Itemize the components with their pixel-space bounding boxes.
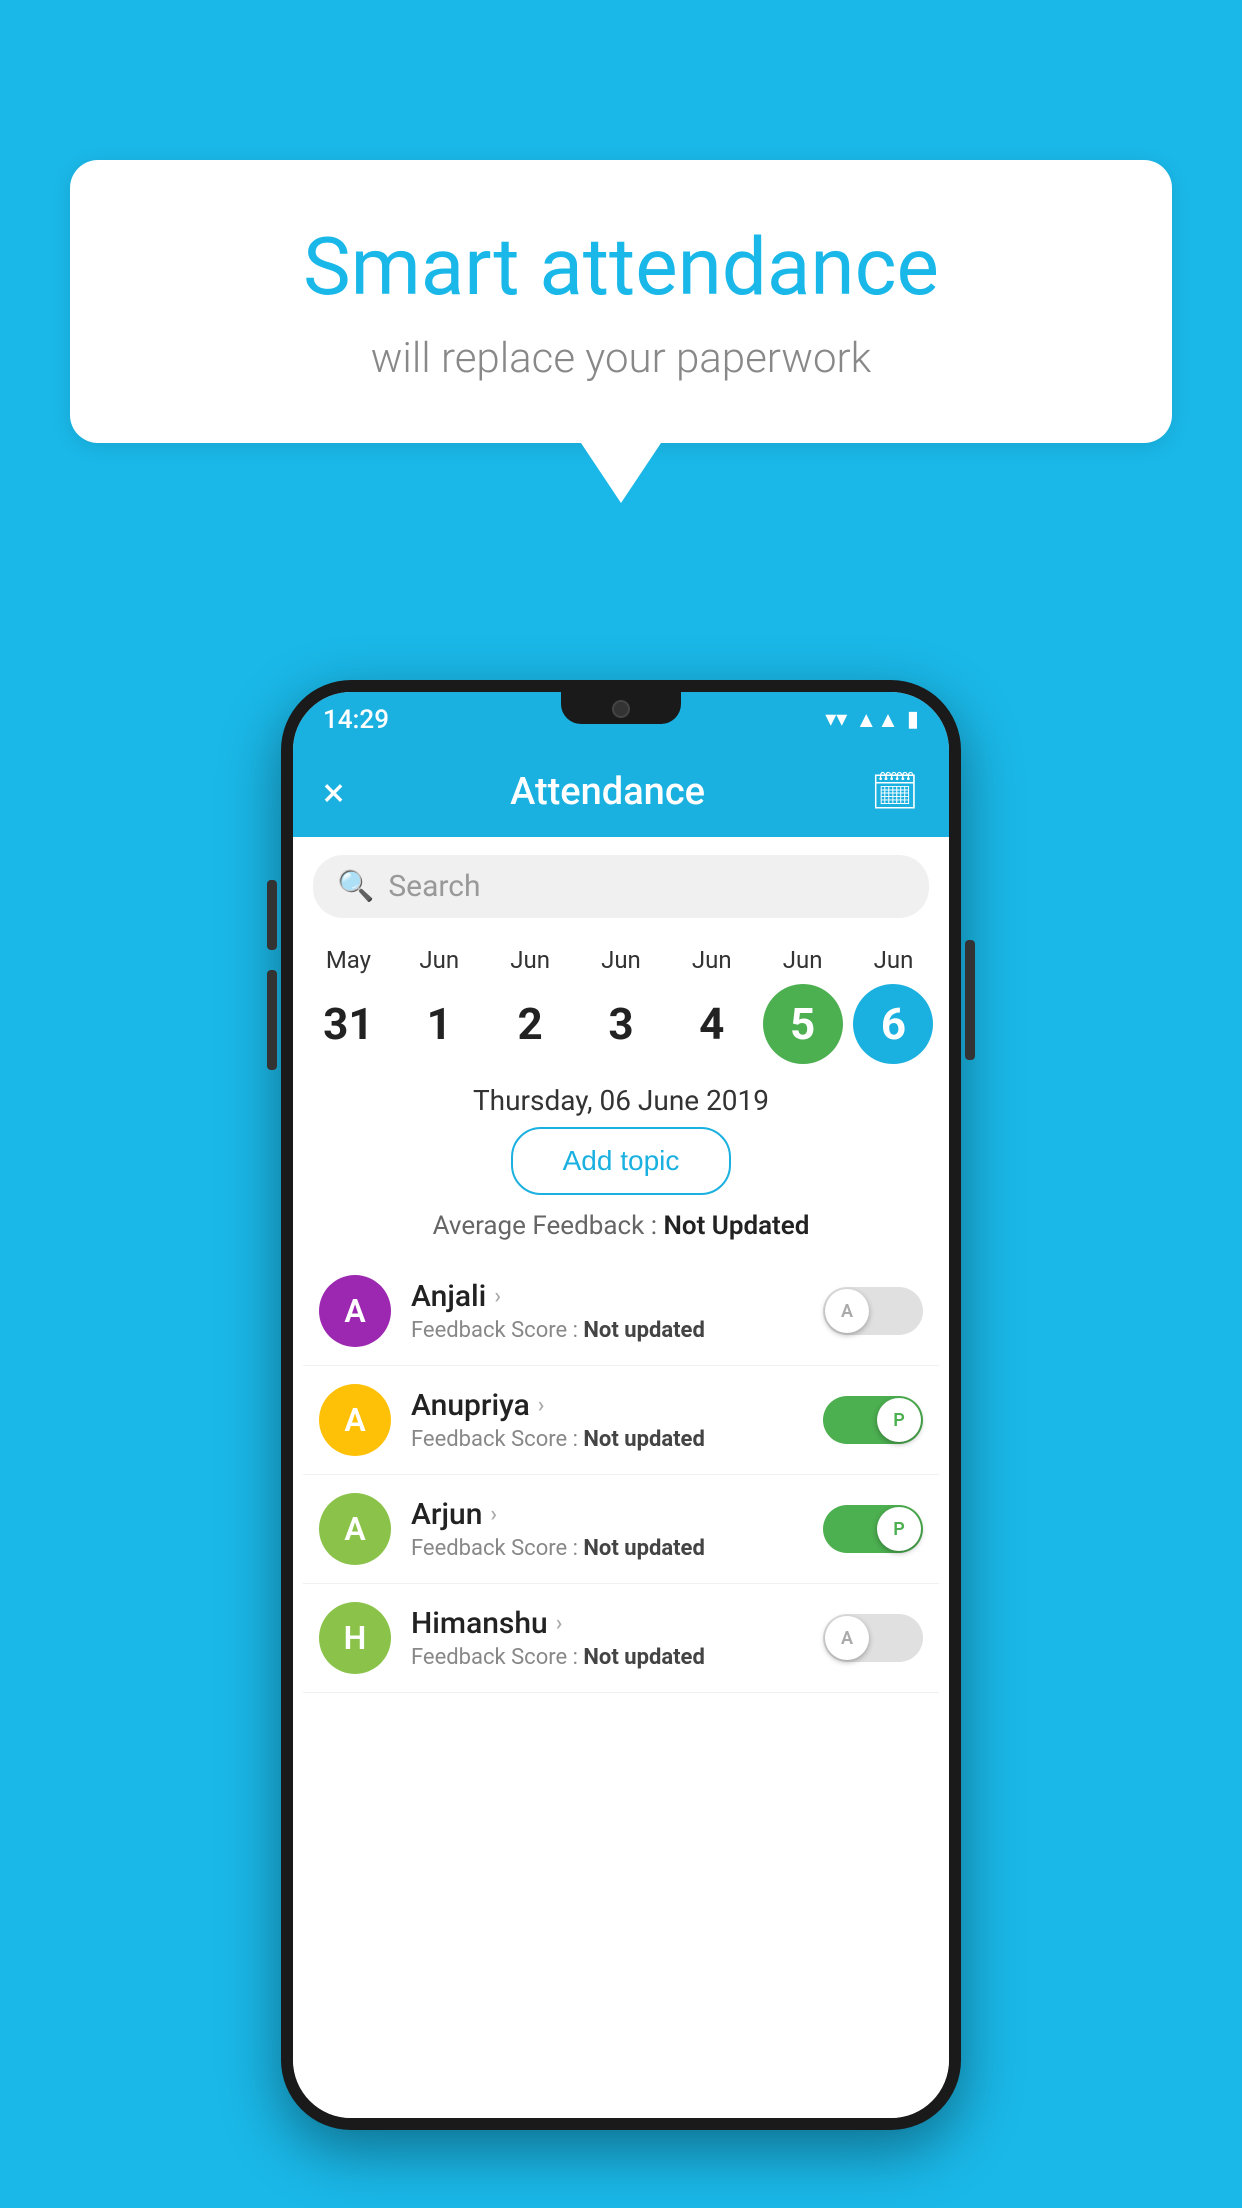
student-item-0[interactable]: A Anjali › Feedback Score : Not updated A [303, 1257, 939, 1366]
toggle-1[interactable]: P [823, 1396, 923, 1444]
student-avatar-0: A [319, 1275, 391, 1347]
student-avatar-3: H [319, 1602, 391, 1674]
app-bar-title: Attendance [510, 770, 705, 814]
student-avatar-2: A [319, 1493, 391, 1565]
student-avatar-1: A [319, 1384, 391, 1456]
toggle-2[interactable]: P [823, 1505, 923, 1553]
avg-feedback-value: Not Updated [663, 1211, 809, 1241]
date-month-2: Jun [510, 946, 550, 974]
student-feedback-0: Feedback Score : Not updated [411, 1318, 803, 1343]
student-item-1[interactable]: A Anupriya › Feedback Score : Not updated P [303, 1366, 939, 1475]
phone-frame: 14:29 ▾▾ ▲▲ ▮ × Attendance 🗓 🔍 Search [281, 680, 961, 2130]
battery-icon: ▮ [907, 707, 919, 732]
toggle-container-0[interactable]: A [823, 1287, 923, 1335]
date-item-2[interactable]: Jun 2 [490, 946, 570, 1064]
toggle-knob-1: P [877, 1398, 921, 1442]
date-month-5: Jun [783, 946, 823, 974]
content-area: 🔍 Search May 31 Jun 1 Jun 2 Jun 3 Jun 4 Jun 5 Jun 6 T… [293, 837, 949, 2118]
phone-notch [561, 692, 681, 724]
student-name-1: Anupriya › [411, 1388, 803, 1423]
student-info-2: Arjun › Feedback Score : Not updated [411, 1497, 803, 1561]
date-day-4[interactable]: 4 [672, 984, 752, 1064]
avg-feedback-label: Average Feedback : [433, 1211, 664, 1241]
wifi-icon: ▾▾ [825, 707, 847, 732]
speech-bubble-tail [581, 443, 661, 503]
toggle-container-1[interactable]: P [823, 1396, 923, 1444]
add-topic-button[interactable]: Add topic [511, 1127, 732, 1195]
date-month-4: Jun [692, 946, 732, 974]
date-month-6: Jun [874, 946, 914, 974]
status-icons: ▾▾ ▲▲ ▮ [825, 707, 919, 733]
date-month-3: Jun [601, 946, 641, 974]
speech-bubble-title: Smart attendance [150, 220, 1092, 314]
date-day-0[interactable]: 31 [308, 984, 388, 1064]
date-day-5[interactable]: 5 [763, 984, 843, 1064]
search-bar[interactable]: 🔍 Search [313, 855, 929, 918]
search-input[interactable]: Search [388, 869, 480, 904]
app-bar: × Attendance 🗓 [293, 747, 949, 837]
student-info-1: Anupriya › Feedback Score : Not updated [411, 1388, 803, 1452]
toggle-knob-2: P [877, 1507, 921, 1551]
chevron-icon-3: › [556, 1611, 563, 1636]
date-day-2[interactable]: 2 [490, 984, 570, 1064]
toggle-container-3[interactable]: A [823, 1614, 923, 1662]
date-day-6[interactable]: 6 [853, 984, 933, 1064]
student-item-3[interactable]: H Himanshu › Feedback Score : Not updated A [303, 1584, 939, 1693]
student-feedback-1: Feedback Score : Not updated [411, 1427, 803, 1452]
date-item-4[interactable]: Jun 4 [672, 946, 752, 1064]
date-item-6[interactable]: Jun 6 [853, 946, 933, 1064]
phone-container: 14:29 ▾▾ ▲▲ ▮ × Attendance 🗓 🔍 Search [281, 680, 961, 2130]
volume-down-button[interactable] [267, 970, 277, 1070]
date-item-5[interactable]: Jun 5 [763, 946, 843, 1064]
date-item-1[interactable]: Jun 1 [399, 946, 479, 1064]
student-feedback-2: Feedback Score : Not updated [411, 1536, 803, 1561]
chevron-icon-0: › [494, 1284, 501, 1309]
toggle-knob-3: A [825, 1616, 869, 1660]
toggle-knob-0: A [825, 1289, 869, 1333]
power-button[interactable] [965, 940, 975, 1060]
signal-icon: ▲▲ [855, 707, 899, 733]
toggle-0[interactable]: A [823, 1287, 923, 1335]
camera [612, 700, 630, 718]
student-name-2: Arjun › [411, 1497, 803, 1532]
toggle-3[interactable]: A [823, 1614, 923, 1662]
speech-bubble-container: Smart attendance will replace your paper… [70, 160, 1172, 503]
student-feedback-3: Feedback Score : Not updated [411, 1645, 803, 1670]
status-time: 14:29 [323, 705, 389, 735]
chevron-icon-1: › [538, 1393, 545, 1418]
date-month-0: May [326, 946, 371, 974]
speech-bubble: Smart attendance will replace your paper… [70, 160, 1172, 443]
selected-date-label: Thursday, 06 June 2019 [293, 1084, 949, 1117]
speech-bubble-subtitle: will replace your paperwork [150, 334, 1092, 383]
close-button[interactable]: × [323, 769, 344, 816]
date-month-1: Jun [419, 946, 459, 974]
student-info-3: Himanshu › Feedback Score : Not updated [411, 1606, 803, 1670]
chevron-icon-2: › [490, 1502, 497, 1527]
date-item-0[interactable]: May 31 [308, 946, 388, 1064]
student-name-3: Himanshu › [411, 1606, 803, 1641]
date-item-3[interactable]: Jun 3 [581, 946, 661, 1064]
student-item-2[interactable]: A Arjun › Feedback Score : Not updated P [303, 1475, 939, 1584]
date-day-1[interactable]: 1 [399, 984, 479, 1064]
phone-screen: 14:29 ▾▾ ▲▲ ▮ × Attendance 🗓 🔍 Search [293, 692, 949, 2118]
toggle-container-2[interactable]: P [823, 1505, 923, 1553]
student-info-0: Anjali › Feedback Score : Not updated [411, 1279, 803, 1343]
volume-up-button[interactable] [267, 880, 277, 950]
average-feedback: Average Feedback : Not Updated [293, 1211, 949, 1241]
search-icon: 🔍 [337, 869, 374, 904]
calendar-button[interactable]: 🗓 [871, 770, 919, 814]
student-name-0: Anjali › [411, 1279, 803, 1314]
date-selector: May 31 Jun 1 Jun 2 Jun 3 Jun 4 Jun 5 Jun 6 [293, 936, 949, 1064]
date-day-3[interactable]: 3 [581, 984, 661, 1064]
student-list: AAnjali ›Feedback Score : Not updatedAAA… [293, 1257, 949, 1693]
